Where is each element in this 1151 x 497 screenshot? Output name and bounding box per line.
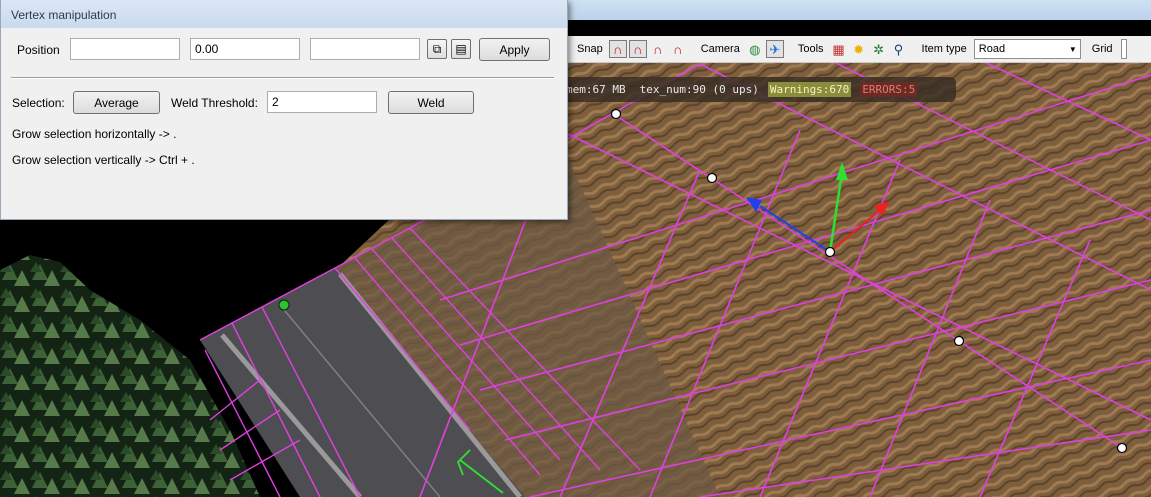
grid-label: Grid [1091,43,1113,55]
paste-button[interactable]: ▤ [451,39,471,59]
position-y-field[interactable]: 0.00 [190,38,300,60]
window-title-strip [560,0,1151,20]
item-type-value: Road [978,43,1006,55]
weld-threshold-label: Weld Threshold: [171,96,258,110]
magnet-vertex-icon[interactable]: ∩ [628,40,647,58]
snap-label: Snap [577,43,603,55]
texture-status: tex_num:90 (0 ups) [639,83,759,96]
bird-icon[interactable]: ✈ [765,40,784,58]
grid-field[interactable] [1120,39,1127,59]
average-button[interactable]: Average [73,91,160,114]
weld-button[interactable]: Weld [388,91,474,114]
dialog-title: Vertex manipulation [1,0,567,28]
position-x-field[interactable] [70,38,180,60]
camera-label: Camera [700,43,740,55]
main-toolbar: Snap ∩ ∩ ∩ ∩ Camera ◍ ✈ Tools ▦ ✹ ✲ ⚲ It… [566,36,1151,63]
item-type-dropdown[interactable]: Road ▼ [973,39,1081,59]
hint-vertical: Grow selection vertically -> Ctrl + . [12,153,195,167]
paste-icon: ▤ [455,42,467,56]
magnet-icon[interactable]: ∩ [608,40,627,58]
globe-icon[interactable]: ◍ [746,40,764,58]
item-type-label: Item type [921,43,967,55]
status-overlay: mem:67 MB tex_num:90 (0 ups) Warnings:67… [562,77,956,102]
hint-horizontal: Grow selection horizontally -> . [12,127,177,141]
magnet-edge-icon[interactable]: ∩ [649,40,667,58]
weld-threshold-field[interactable]: 2 [267,91,377,113]
gear-icon[interactable]: ✲ [870,40,888,58]
position-z-field[interactable] [310,38,420,60]
position-label: Position [17,43,60,57]
divider [11,77,554,79]
magnet-off-icon[interactable]: ∩ [669,40,687,58]
errors-badge: ERRORS:5 [860,82,918,97]
chevron-down-icon: ▼ [1068,44,1077,54]
copy-icon: ⧉ [432,41,442,56]
warnings-badge: Warnings:670 [767,82,852,97]
vertex-handle[interactable] [706,172,718,184]
apply-button[interactable]: Apply [479,38,550,61]
tools-label: Tools [797,43,824,55]
selection-label: Selection: [12,96,65,110]
vertex-handle[interactable] [953,335,965,347]
color-grid-icon[interactable]: ▦ [830,40,848,58]
vertex-handle[interactable] [1116,442,1128,454]
editor-window: Snap ∩ ∩ ∩ ∩ Camera ◍ ✈ Tools ▦ ✹ ✲ ⚲ It… [0,0,1151,497]
selected-road-vertex[interactable] [278,299,290,311]
memory-status: mem:67 MB [566,83,626,96]
gizmo-center[interactable] [824,246,836,258]
search-icon[interactable]: ⚲ [890,40,908,58]
vertex-manipulation-dialog: Vertex manipulation Position 0.00 ⧉ ▤ Ap… [0,0,568,220]
sun-icon[interactable]: ✹ [850,40,868,58]
dialog-body: Position 0.00 ⧉ ▤ Apply Selection: Avera… [1,28,567,218]
copy-button[interactable]: ⧉ [427,39,447,59]
vertex-handle[interactable] [610,108,622,120]
